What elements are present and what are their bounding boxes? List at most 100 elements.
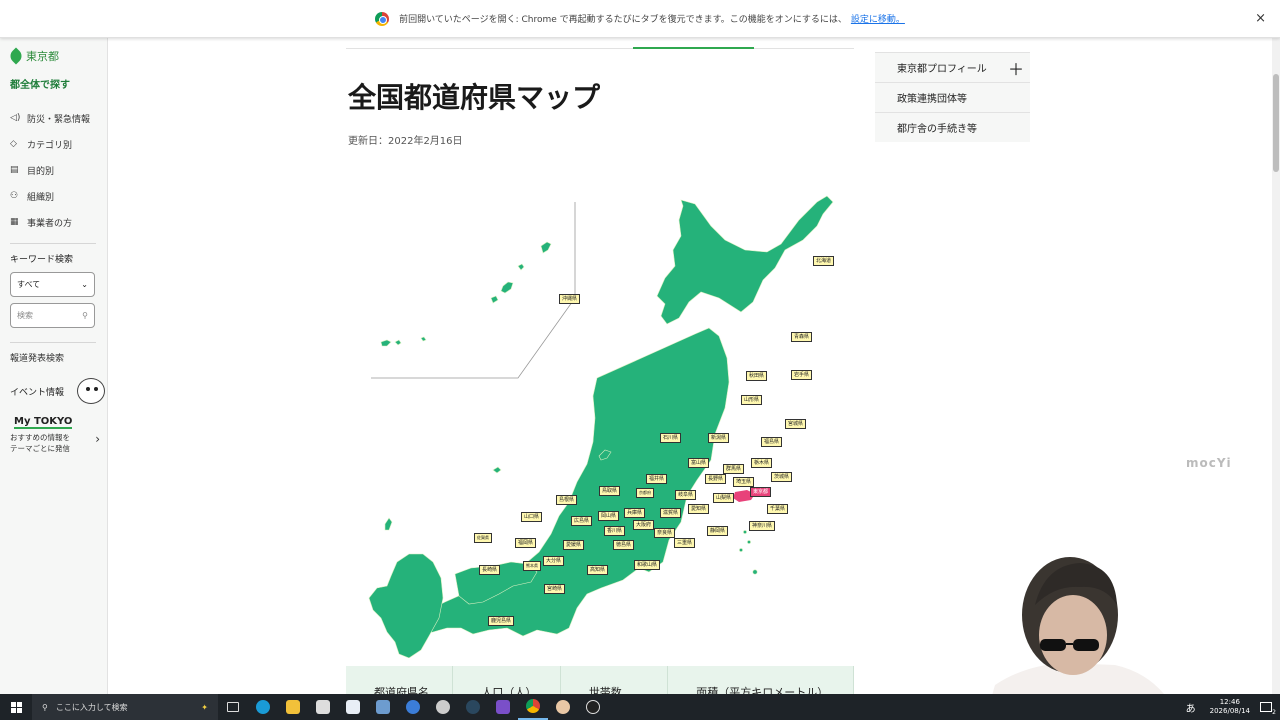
- pref-label-aichi[interactable]: 愛知県: [688, 504, 710, 514]
- mytokyo-description: おすすめの情報を テーマごとに発信: [10, 432, 100, 455]
- notification-icon[interactable]: [1260, 702, 1277, 716]
- pref-label-iwate[interactable]: 岩手県: [791, 370, 813, 380]
- sidebar-item-category[interactable]: ◇ カテゴリ別: [10, 131, 107, 157]
- sidebar-item-label: 目的別: [27, 166, 55, 177]
- pref-label-shiga[interactable]: 滋賀県: [660, 508, 682, 518]
- search-scope-select[interactable]: すべて ⌄: [10, 272, 95, 297]
- nav-item-policy-organizations[interactable]: 政策連携団体等: [875, 82, 1030, 112]
- edge-icon[interactable]: [248, 694, 278, 720]
- window-app-icon[interactable]: [368, 694, 398, 720]
- character-app-icon[interactable]: [548, 694, 578, 720]
- obs-icon[interactable]: [578, 694, 608, 720]
- pref-label-yamaguchi[interactable]: 山口県: [521, 512, 543, 522]
- mytokyo-desc-line1: おすすめの情報を: [10, 433, 70, 442]
- pref-label-saga[interactable]: 佐賀県: [474, 533, 492, 543]
- pref-label-yamagata[interactable]: 山形県: [741, 395, 763, 405]
- pref-label-nagasaki[interactable]: 長崎県: [479, 565, 501, 575]
- pref-label-hiroshima[interactable]: 広島県: [571, 516, 593, 526]
- taskbar-search-box[interactable]: ⚲ ここに入力して検索 ✦: [32, 694, 218, 720]
- table-header-prefecture: 都道府県名: [346, 666, 454, 694]
- pref-label-tottori[interactable]: 鳥取県: [599, 486, 621, 496]
- store-icon[interactable]: [308, 694, 338, 720]
- pref-label-miyazaki[interactable]: 宮崎県: [544, 584, 566, 594]
- tokyo-logo[interactable]: 東京都: [7, 47, 107, 65]
- nav-item-label: 政策連携団体等: [897, 94, 967, 105]
- check-app-icon[interactable]: [428, 694, 458, 720]
- pref-label-tokyo[interactable]: 東京都: [750, 487, 772, 497]
- sidebar-item-label: 防災・緊急情報: [27, 114, 91, 125]
- pref-label-niigata[interactable]: 新潟県: [708, 433, 730, 443]
- japan-map-svg: [368, 195, 834, 659]
- taskbar-clock[interactable]: 12:46 2026/08/14: [1210, 698, 1250, 716]
- event-info-link[interactable]: イベント情報: [10, 378, 105, 404]
- pref-label-fukushima[interactable]: 福島県: [761, 437, 783, 447]
- pref-label-nagano[interactable]: 長野県: [705, 474, 727, 484]
- nav-item-tokyo-profile[interactable]: 東京都プロフィール ＋: [875, 52, 1030, 82]
- close-icon[interactable]: ×: [1255, 11, 1266, 26]
- task-view-icon[interactable]: [218, 694, 248, 720]
- pref-label-kumamoto[interactable]: 熊本県: [523, 561, 541, 571]
- steam-icon[interactable]: [458, 694, 488, 720]
- pref-label-aomori[interactable]: 青森県: [791, 332, 813, 342]
- pref-label-wakayama[interactable]: 和歌山県: [634, 560, 661, 570]
- pref-label-okayama[interactable]: 岡山県: [598, 511, 620, 521]
- pref-label-kyoto[interactable]: 京都府: [636, 488, 654, 498]
- pref-label-kanagawa[interactable]: 神奈川県: [749, 521, 776, 531]
- pref-label-shimane[interactable]: 島根県: [556, 495, 578, 505]
- pref-label-kagoshima[interactable]: 鹿児島県: [488, 616, 515, 626]
- pref-label-fukuoka[interactable]: 福岡県: [515, 538, 537, 548]
- pref-label-oita[interactable]: 大分県: [543, 556, 565, 566]
- mytokyo-link[interactable]: My TOKYO おすすめの情報を テーマごとに発信 ›: [10, 416, 100, 455]
- press-release-search-link[interactable]: 報道発表検索: [10, 351, 107, 364]
- sidebar-item-purpose[interactable]: ▤ 目的別: [10, 157, 107, 183]
- kyushu: [368, 553, 444, 659]
- pref-label-akita[interactable]: 秋田県: [746, 371, 768, 381]
- pref-label-mie[interactable]: 三重県: [674, 538, 696, 548]
- cloud-app-icon[interactable]: [398, 694, 428, 720]
- pref-label-yamanashi[interactable]: 山梨県: [713, 493, 735, 503]
- pref-label-okinawa[interactable]: 沖縄県: [559, 294, 581, 304]
- search-icon[interactable]: ⚲: [82, 311, 88, 320]
- media-app-icon[interactable]: [488, 694, 518, 720]
- active-tab-indicator: [633, 47, 754, 49]
- sidebar-item-business[interactable]: ▦ 事業者の方: [10, 209, 107, 235]
- windows-taskbar: ⚲ ここに入力して検索 ✦ あ 12:46 2026/08/14: [0, 694, 1280, 720]
- sidebar-item-disaster[interactable]: ◁) 防災・緊急情報: [10, 105, 107, 131]
- sidebar-item-organization[interactable]: ⚇ 組織別: [10, 183, 107, 209]
- ime-indicator[interactable]: あ: [1186, 700, 1196, 715]
- start-button[interactable]: [0, 694, 32, 720]
- pref-label-toyama[interactable]: 富山県: [688, 458, 710, 468]
- nav-item-procedures[interactable]: 都庁舎の手続き等: [875, 112, 1030, 142]
- pref-label-hyogo[interactable]: 兵庫県: [624, 508, 646, 518]
- okinawa-islands: [380, 241, 552, 347]
- pref-label-shizuoka[interactable]: 静岡県: [707, 526, 729, 536]
- pref-label-kochi[interactable]: 高知県: [587, 565, 609, 575]
- pref-label-nara[interactable]: 奈良県: [654, 528, 676, 538]
- search-input[interactable]: 検索 ⚲: [10, 303, 95, 328]
- pref-label-ibaraki[interactable]: 茨城県: [771, 472, 793, 482]
- sidebar-item-label: 事業者の方: [27, 218, 73, 229]
- scrollbar-thumb[interactable]: [1273, 74, 1279, 172]
- pref-label-tokushima[interactable]: 徳島県: [613, 540, 635, 550]
- chrome-taskbar-icon[interactable]: [518, 694, 548, 720]
- pref-label-fukui[interactable]: 福井県: [646, 474, 668, 484]
- page-scrollbar[interactable]: [1272, 38, 1280, 694]
- file-explorer-icon[interactable]: [278, 694, 308, 720]
- pref-label-ishikawa[interactable]: 石川県: [660, 433, 682, 443]
- restore-tabs-bar: 前回開いていたページを開く: Chrome で再起動するたびにタブを復元できます…: [0, 0, 1280, 38]
- settings-link[interactable]: 設定に移動。: [851, 12, 905, 25]
- pref-label-hokkaido[interactable]: 北海道: [813, 256, 835, 266]
- pref-label-osaka[interactable]: 大阪府: [633, 520, 655, 530]
- pref-label-kagawa[interactable]: 香川県: [604, 526, 626, 536]
- pref-label-gifu[interactable]: 岐阜県: [675, 490, 697, 500]
- notepad-icon[interactable]: [338, 694, 368, 720]
- pref-label-ehime[interactable]: 愛媛県: [563, 540, 585, 550]
- pref-label-chiba[interactable]: 千葉県: [767, 504, 789, 514]
- table-header-area: 面積（平方キロメートル）: [668, 666, 855, 694]
- pref-label-saitama[interactable]: 埼玉県: [733, 477, 755, 487]
- pref-label-tochigi[interactable]: 栃木県: [751, 458, 773, 468]
- plus-icon[interactable]: ＋: [1008, 56, 1024, 80]
- pref-label-gunma[interactable]: 群馬県: [723, 464, 745, 474]
- page-title: 全国都道府県マップ: [348, 81, 601, 114]
- pref-label-miyagi[interactable]: 宮城県: [785, 419, 807, 429]
